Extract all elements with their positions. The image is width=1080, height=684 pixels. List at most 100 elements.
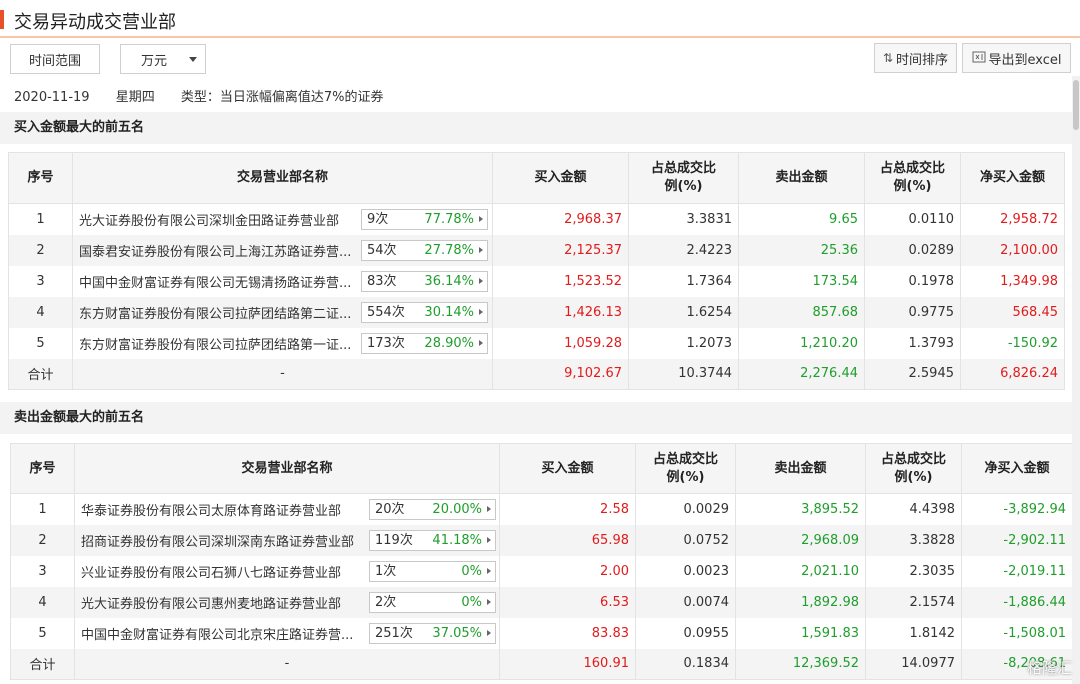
caret-right-icon [479,277,483,284]
appear-count: 20次 [375,502,405,517]
branch-name[interactable]: 东方财富证券股份有限公司拉萨团结路第二证... [79,303,351,322]
stats-pill[interactable]: 83次 36.14% [361,270,488,292]
caret-right-icon [487,598,491,605]
col-branch-name: 交易营业部名称 [72,152,493,204]
net-buy: -1,508.01 [961,617,1073,649]
buy-ratio: 0.0029 [635,493,736,525]
net-buy: -1,886.44 [961,586,1073,618]
table-row[interactable]: 5 中国中金财富证券有限公司北京宋庄路证券营... 251次 37.05% 83… [10,617,1073,649]
branch-name[interactable]: 中国中金财富证券有限公司无锡清扬路证券营... [79,272,351,291]
unit-select-label: 万元 [141,53,168,69]
branch-cell: 华泰证券股份有限公司太原体育路证券营业部 20次 20.00% [74,493,500,525]
table-row[interactable]: 1 光大证券股份有限公司深圳金田路证券营业部 9次 77.78% 2,968.3… [8,203,1065,235]
branch-name[interactable]: 光大证券股份有限公司惠州麦地路证券营业部 [81,593,341,612]
total-sell-amount: 12,369.52 [735,648,866,680]
col-index: 序号 [8,152,73,204]
buy-amount: 2.00 [499,555,636,587]
win-rate: 37.05% [432,625,482,641]
branch-name[interactable]: 华泰证券股份有限公司太原体育路证券营业部 [81,500,341,519]
branch-cell: 光大证券股份有限公司深圳金田路证券营业部 9次 77.78% [72,203,493,235]
net-buy: -3,892.94 [961,493,1073,525]
buy-ratio: 1.2073 [628,327,739,359]
branch-cell: 国泰君安证券股份有限公司上海江苏路证券营... 54次 27.78% [72,234,493,266]
branch-name[interactable]: 中国中金财富证券有限公司北京宋庄路证券营... [81,624,353,643]
page-header: 交易异动成交营业部 [0,0,1080,38]
stats-pill[interactable]: 9次 77.78% [361,209,488,230]
buy-ratio: 3.3831 [628,203,739,235]
total-sell-amount: 2,276.44 [738,358,865,390]
sell-ratio: 0.9775 [864,296,961,328]
row-index: 2 [8,234,73,266]
time-sort-button[interactable]: ⇅ 时间排序 [874,43,957,73]
total-name: - [72,358,493,390]
appear-count: 119次 [375,532,413,548]
col-net-buy: 净买入金额 [961,443,1073,494]
scrollbar-track[interactable] [1072,76,1080,684]
stats-pill[interactable]: 1次 0% [369,560,496,582]
scrollbar-thumb[interactable] [1073,80,1079,130]
col-buy-ratio: 占总成交比 例(%) [635,443,736,494]
stats-pill[interactable]: 54次 27.78% [361,239,488,261]
stats-pill[interactable]: 251次 37.05% [369,622,496,644]
caret-right-icon [487,506,491,512]
sell-ratio: 2.3035 [865,555,962,587]
sell-amount: 25.36 [738,234,865,266]
buy-ratio: 0.0955 [635,617,736,649]
buy-ratio: 0.0074 [635,586,736,618]
table-row[interactable]: 4 光大证券股份有限公司惠州麦地路证券营业部 2次 0% 6.53 0.0074… [10,586,1073,618]
stats-pill[interactable]: 20次 20.00% [369,499,496,520]
table-row[interactable]: 3 兴业证券股份有限公司石狮八七路证券营业部 1次 0% 2.00 0.0023… [10,555,1073,587]
sell-ratio: 4.4398 [865,493,962,525]
win-rate: 28.90% [424,335,474,351]
stats-pill[interactable]: 554次 30.14% [361,301,488,323]
sell-amount: 857.68 [738,296,865,328]
buy-ratio: 2.4223 [628,234,739,266]
table-row[interactable]: 5 东方财富证券股份有限公司拉萨团结路第一证... 173次 28.90% 1,… [8,327,1065,359]
total-row: 合计 - 160.91 0.1834 12,369.52 14.0977 -8,… [10,648,1073,680]
chevron-down-icon [189,57,197,62]
caret-right-icon [487,536,491,543]
anomaly-type: 类型：当日涨幅偏离值达7%的证券 [180,90,384,105]
branch-cell: 招商证券股份有限公司深圳深南东路证券营业部 119次 41.18% [74,524,500,556]
branch-name[interactable]: 光大证券股份有限公司深圳金田路证券营业部 [79,210,339,229]
appear-count: 9次 [367,212,389,227]
stats-pill[interactable]: 2次 0% [369,591,496,613]
branch-name[interactable]: 国泰君安证券股份有限公司上海江苏路证券营... [79,241,351,260]
table-row[interactable]: 3 中国中金财富证券有限公司无锡清扬路证券营... 83次 36.14% 1,5… [8,265,1065,297]
row-index: 1 [10,493,75,525]
appear-count: 173次 [367,335,405,351]
row-index: 3 [8,265,73,297]
export-excel-button[interactable]: 导出到excel [962,43,1071,73]
row-index: 3 [10,555,75,587]
col-sell-ratio: 占总成交比 例(%) [865,443,962,494]
branch-name[interactable]: 招商证券股份有限公司深圳深南东路证券营业部 [81,531,354,550]
win-rate: 0% [461,563,482,579]
col-buy-amount: 买入金额 [499,443,636,494]
sort-arrows-icon: ⇅ [882,51,894,65]
table-row[interactable]: 4 东方财富证券股份有限公司拉萨团结路第二证... 554次 30.14% 1,… [8,296,1065,328]
unit-select[interactable]: 万元 [120,44,206,74]
excel-icon [972,50,986,67]
table-row[interactable]: 1 华泰证券股份有限公司太原体育路证券营业部 20次 20.00% 2.58 0… [10,493,1073,525]
stats-pill[interactable]: 173次 28.90% [361,332,488,354]
stats-pill[interactable]: 119次 41.18% [369,529,496,551]
branch-cell: 光大证券股份有限公司惠州麦地路证券营业部 2次 0% [74,586,500,618]
total-row: 合计 - 9,102.67 10.3744 2,276.44 2.5945 6,… [8,358,1065,390]
buy-ratio: 1.7364 [628,265,739,297]
sell-amount: 2,021.10 [735,555,866,587]
branch-cell: 中国中金财富证券有限公司无锡清扬路证券营... 83次 36.14% [72,265,493,297]
total-net-buy: 6,826.24 [960,358,1065,390]
appear-count: 1次 [375,563,397,579]
sell-amount: 1,892.98 [735,586,866,618]
sell-ratio: 1.8142 [865,617,962,649]
table-row[interactable]: 2 国泰君安证券股份有限公司上海江苏路证券营... 54次 27.78% 2,1… [8,234,1065,266]
time-range-select[interactable]: 时间范围 [10,44,100,74]
sell-ratio: 2.1574 [865,586,962,618]
toolbar: 时间范围 万元 ⇅ 时间排序 导出到excel [0,40,1080,80]
table-row[interactable]: 2 招商证券股份有限公司深圳深南东路证券营业部 119次 41.18% 65.9… [10,524,1073,556]
row-index: 5 [8,327,73,359]
win-rate: 36.14% [424,273,474,289]
branch-name[interactable]: 兴业证券股份有限公司石狮八七路证券营业部 [81,562,341,581]
branch-name[interactable]: 东方财富证券股份有限公司拉萨团结路第一证... [79,334,351,353]
total-buy-amount: 9,102.67 [492,358,629,390]
